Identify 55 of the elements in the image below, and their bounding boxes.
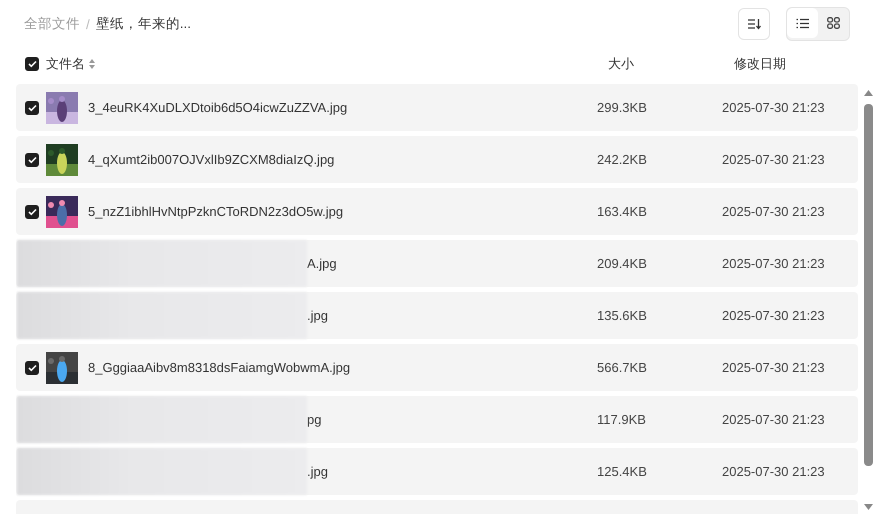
- file-size: 299.3KB: [597, 100, 648, 115]
- file-row[interactable]: .jpg 135.6KB 2025-07-30 21:23: [16, 292, 858, 339]
- file-size: 135.6KB: [597, 308, 648, 323]
- grid-icon: [827, 17, 840, 29]
- file-row[interactable]: 5_nzZ1ibhlHvNtpPzknCToRDN2z3dO5w.jpg 163.4KB 2025-07-30 21:23: [16, 188, 858, 235]
- modified-date: 2025-07-30 21:23: [722, 100, 825, 115]
- modified-date: 2025-07-30 21:23: [722, 308, 825, 323]
- check-icon: [28, 156, 36, 164]
- list-view-button[interactable]: [787, 8, 818, 38]
- file-size: 242.2KB: [597, 152, 648, 167]
- select-all-checkbox[interactable]: [25, 57, 39, 71]
- row-checkbox[interactable]: [25, 100, 39, 114]
- sort-button[interactable]: [738, 8, 770, 40]
- file-name[interactable]: 4_qXumt2ib007OJVxlIb9ZCXM8diaIzQ.jpg: [88, 152, 597, 167]
- modified-date: 2025-07-30 21:23: [722, 204, 825, 219]
- file-name[interactable]: pg: [307, 412, 597, 427]
- row-checkbox[interactable]: [25, 152, 39, 166]
- modified-date: 2025-07-30 21:23: [722, 412, 825, 427]
- scrollbar-thumb[interactable]: [864, 104, 872, 466]
- file-row[interactable]: pg 117.9KB 2025-07-30 21:23: [16, 396, 858, 443]
- row-checkbox[interactable]: [25, 360, 39, 374]
- file-size: 163.4KB: [597, 204, 648, 219]
- file-name[interactable]: 5_nzZ1ibhlHvNtpPzknCToRDN2z3dO5w.jpg: [88, 204, 597, 219]
- sort-icon[interactable]: [89, 59, 95, 69]
- scroll-down-icon[interactable]: [864, 504, 872, 510]
- file-row[interactable]: 3_4euRK4XuDLXDtoib6d5O4icwZuZZVA.jpg 299.3KB 2025-07-30 21:23: [16, 84, 858, 131]
- file-name[interactable]: 8_GggiaaAibv8m8318dsFaiamgWobwmA.jpg: [88, 360, 597, 375]
- list-icon: [796, 18, 809, 28]
- file-row[interactable]: 8_GggiaaAibv8m8318dsFaiamgWobwmA.jpg 566.7KB 2025-07-30 21:23: [16, 344, 858, 391]
- file-row[interactable]: A.jpg 209.4KB 2025-07-30 21:23: [16, 240, 858, 287]
- file-size: 566.7KB: [597, 360, 648, 375]
- file-size: 209.4KB: [597, 256, 648, 271]
- row-checkbox[interactable]: [25, 204, 39, 218]
- file-name[interactable]: .jpg: [307, 464, 597, 479]
- file-name[interactable]: .jpg: [307, 308, 597, 323]
- scroll-up-icon[interactable]: [864, 90, 872, 96]
- check-icon: [28, 104, 36, 112]
- column-header: 大小: [608, 55, 635, 73]
- file-size: 117.9KB: [597, 412, 647, 427]
- check-icon: [28, 364, 36, 372]
- modified-date: 2025-07-30 21:23: [722, 152, 825, 167]
- breadcrumb-separator: /: [86, 16, 90, 32]
- file-name[interactable]: A.jpg: [307, 256, 597, 271]
- modified-date: 2025-07-30 21:23: [722, 256, 825, 271]
- column-header[interactable]: 文件名: [46, 55, 85, 73]
- modified-date: 2025-07-30 21:23: [722, 360, 825, 375]
- modified-date: 2025-07-30 21:23: [722, 464, 825, 479]
- check-icon: [28, 208, 36, 216]
- file-size: 125.4KB: [597, 464, 648, 479]
- check-icon: [28, 60, 36, 68]
- file-row[interactable]: .jpg 125.4KB 2025-07-30 21:23: [16, 448, 858, 495]
- file-row[interactable]: 4_qXumt2ib007OJVxlIb9ZCXM8diaIzQ.jpg 242.2KB 2025-07-30 21:23: [16, 136, 858, 183]
- file-name[interactable]: 3_4euRK4XuDLXDtoib6d5O4icwZuZZVA.jpg: [88, 100, 597, 115]
- sort-icon: [747, 18, 761, 30]
- column-header: 修改日期: [734, 55, 786, 73]
